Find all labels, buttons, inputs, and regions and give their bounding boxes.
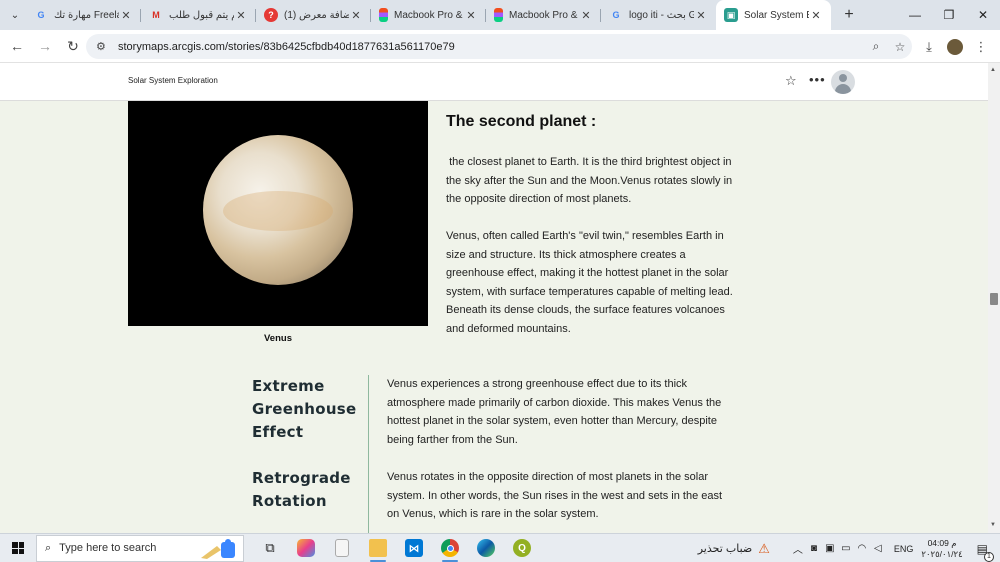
weather-text: ضباب تحذير: [697, 543, 753, 555]
minimize-icon[interactable]: —: [898, 0, 932, 30]
edge-icon[interactable]: [468, 534, 504, 562]
vscode-icon[interactable]: ⋈: [396, 534, 432, 562]
venus-cloud-band: [223, 191, 333, 231]
tab-solar-system[interactable]: ▣ Solar System Ex ✕: [716, 0, 831, 30]
taskbar: ⌕ Type here to search ⧉ ⋈ Q ضباب تحذير ⚠…: [0, 533, 1000, 562]
bookmark-star-icon[interactable]: ☆: [888, 40, 912, 54]
close-tab-icon[interactable]: ✕: [464, 9, 478, 22]
screen-capture-icon[interactable]: ▣: [822, 543, 838, 554]
zoom-icon[interactable]: ⌕: [864, 39, 888, 54]
weather-warning-icon: ⚠: [758, 540, 770, 556]
figma-icon: [494, 8, 503, 22]
tab-title: Macbook Pro &: [509, 9, 578, 21]
volume-icon[interactable]: ◁: [870, 543, 886, 554]
tab-strip: ⌄ G مهارة تك Freelancer ✕ M لم يتم قبول …: [0, 0, 1000, 30]
close-tab-icon[interactable]: ✕: [119, 9, 133, 22]
intro-paragraph: the closest planet to Earth. It is the t…: [446, 156, 736, 205]
info-icon: ?: [264, 8, 278, 22]
notification-icon[interactable]: ▤ 1: [977, 542, 994, 562]
google-icon: G: [612, 10, 620, 20]
tab-title: مهارة تك Freelancer: [54, 9, 119, 21]
venus-image: [128, 101, 428, 326]
tab-figma-2[interactable]: Macbook Pro & ✕: [486, 0, 601, 30]
close-tab-icon[interactable]: ✕: [349, 9, 363, 22]
close-tab-icon[interactable]: ✕: [694, 9, 708, 22]
fact-term: Retrograde Rotation: [252, 469, 351, 510]
section-title: The second planet :: [446, 113, 597, 130]
window-controls: — ❐ ✕: [898, 0, 1000, 30]
clock-time: 04:09 م: [927, 537, 957, 548]
show-hidden-icons-icon[interactable]: ︿: [790, 541, 806, 556]
google-icon: G: [37, 10, 45, 20]
scroll-up-icon[interactable]: ▲: [990, 67, 996, 73]
notification-badge: 1: [984, 551, 994, 562]
more-options-icon[interactable]: •••: [809, 72, 826, 87]
figma-icon: [379, 8, 388, 22]
fact-term: Extreme Greenhouse Effect: [252, 377, 357, 441]
clock-date: ٢٠٢٥/٠١/٢٤: [921, 548, 963, 559]
weather-widget[interactable]: ضباب تحذير ⚠: [698, 541, 770, 557]
start-button[interactable]: [0, 534, 36, 562]
search-highlight-illustration-icon: [201, 538, 235, 559]
wifi-icon[interactable]: ◠: [854, 543, 870, 554]
tab-title: logo iti - بحث G: [629, 9, 694, 21]
close-tab-icon[interactable]: ✕: [234, 9, 248, 22]
url-text: storymaps.arcgis.com/stories/83b6425cfbd…: [118, 40, 455, 53]
tab-google-search[interactable]: G logo iti - بحث G ✕: [601, 0, 716, 30]
taskbar-search-input[interactable]: ⌕ Type here to search: [36, 534, 244, 562]
arcgis-icon: ▣: [724, 8, 738, 22]
story-header: Solar System Exploration ☆ •••: [0, 63, 988, 101]
search-placeholder: Type here to search: [59, 542, 157, 554]
battery-icon[interactable]: ▭: [838, 543, 854, 554]
toolbar-actions: ⤓ ⋮: [916, 34, 994, 59]
clock[interactable]: 04:09 م ٢٠٢٥/٠١/٢٤: [921, 538, 962, 560]
back-icon[interactable]: ←: [4, 33, 30, 59]
favorite-star-icon[interactable]: ☆: [785, 73, 797, 89]
forward-icon[interactable]: →: [32, 33, 58, 59]
task-view-icon[interactable]: ⧉: [252, 534, 288, 562]
file-explorer-icon[interactable]: [360, 534, 396, 562]
tab-figma-1[interactable]: Macbook Pro & ✕: [371, 0, 486, 30]
image-caption: Venus: [264, 333, 292, 344]
copilot-icon[interactable]: [288, 534, 324, 562]
tab-gallery[interactable]: ? (1) إضافة معرض... ✕: [256, 0, 371, 30]
system-tray: ضباب تحذير ⚠ ︿ ◙ ▣ ▭ ◠ ◁ ENG 04:09 م ٢٠٢…: [698, 534, 1000, 562]
menu-icon[interactable]: ⋮: [968, 39, 994, 55]
tab-search-dropdown-icon[interactable]: ⌄: [4, 4, 26, 26]
scrollbar-thumb[interactable]: [990, 293, 998, 305]
tab-gmail[interactable]: M لم يتم قبول طلب... ✕: [141, 0, 256, 30]
fact-divider: [368, 375, 369, 533]
scroll-down-icon[interactable]: ▼: [990, 522, 996, 528]
tab-title: Macbook Pro &: [394, 9, 463, 21]
notepad-icon[interactable]: [324, 534, 360, 562]
tab-title: (1) إضافة معرض...: [284, 9, 349, 21]
fact-definition: Venus experiences a strong greenhouse ef…: [387, 378, 722, 447]
windows-icon: [12, 542, 24, 554]
new-tab-icon[interactable]: +: [837, 6, 861, 24]
qgis-icon[interactable]: Q: [504, 534, 540, 562]
language-indicator[interactable]: ENG: [894, 544, 914, 554]
close-tab-icon[interactable]: ✕: [579, 9, 593, 22]
chrome-icon[interactable]: [432, 534, 468, 562]
tab-title: Solar System Ex: [744, 9, 809, 21]
tab-freelancer[interactable]: G مهارة تك Freelancer ✕: [26, 0, 141, 30]
address-bar: ← → ↻ ⚙ storymaps.arcgis.com/stories/83b…: [0, 30, 1000, 63]
restore-icon[interactable]: ❐: [932, 0, 966, 30]
story-title[interactable]: Solar System Exploration: [128, 76, 218, 85]
close-tab-icon[interactable]: ✕: [809, 9, 823, 22]
site-info-icon[interactable]: ⚙: [96, 40, 112, 53]
camera-icon[interactable]: ◙: [806, 543, 822, 554]
url-input[interactable]: ⚙ storymaps.arcgis.com/stories/83b6425cf…: [86, 34, 912, 59]
description-paragraph: Venus, often called Earth's "evil twin,"…: [446, 230, 733, 335]
search-icon: ⌕: [45, 541, 52, 554]
fact-definition: Venus rotates in the opposite direction …: [387, 471, 723, 521]
profile-avatar[interactable]: [947, 38, 963, 55]
close-window-icon[interactable]: ✕: [966, 0, 1000, 30]
gmail-icon: M: [152, 10, 160, 20]
user-avatar-icon[interactable]: [831, 70, 855, 94]
reload-icon[interactable]: ↻: [60, 33, 86, 59]
tab-title: لم يتم قبول طلب...: [169, 9, 234, 21]
download-icon[interactable]: ⤓: [916, 39, 942, 55]
